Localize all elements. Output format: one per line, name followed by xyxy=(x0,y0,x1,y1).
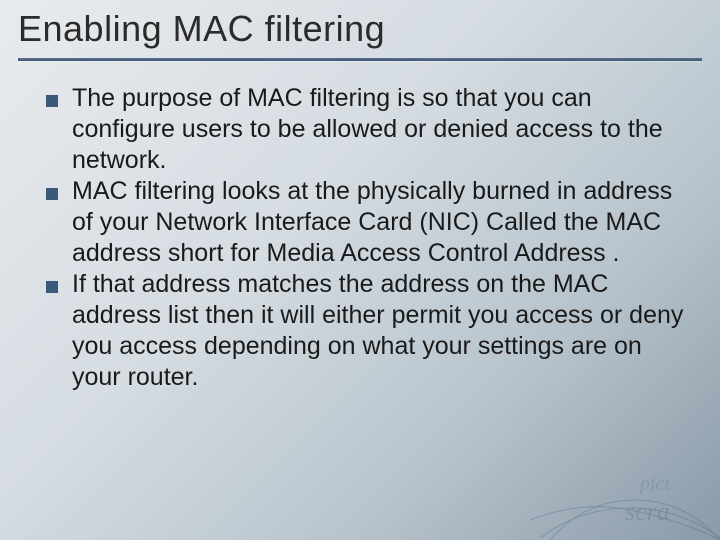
bullet-text: MAC filtering looks at the physically bu… xyxy=(72,176,692,269)
slide: Enabling MAC filtering The purpose of MA… xyxy=(0,0,720,540)
list-item: The purpose of MAC filtering is so that … xyxy=(46,83,692,176)
square-bullet-icon xyxy=(46,188,58,200)
list-item: MAC filtering looks at the physically bu… xyxy=(46,176,692,269)
square-bullet-icon xyxy=(46,95,58,107)
square-bullet-icon xyxy=(46,281,58,293)
corner-decoration: scra pict xyxy=(530,450,720,540)
list-item: If that address matches the address on t… xyxy=(46,269,692,393)
svg-text:scra: scra xyxy=(625,497,670,526)
bullet-text: If that address matches the address on t… xyxy=(72,269,692,393)
bullet-text: The purpose of MAC filtering is so that … xyxy=(72,83,692,176)
slide-title: Enabling MAC filtering xyxy=(18,8,702,50)
svg-text:pict: pict xyxy=(638,473,670,495)
title-area: Enabling MAC filtering xyxy=(0,0,720,52)
body-area: The purpose of MAC filtering is so that … xyxy=(0,61,720,393)
